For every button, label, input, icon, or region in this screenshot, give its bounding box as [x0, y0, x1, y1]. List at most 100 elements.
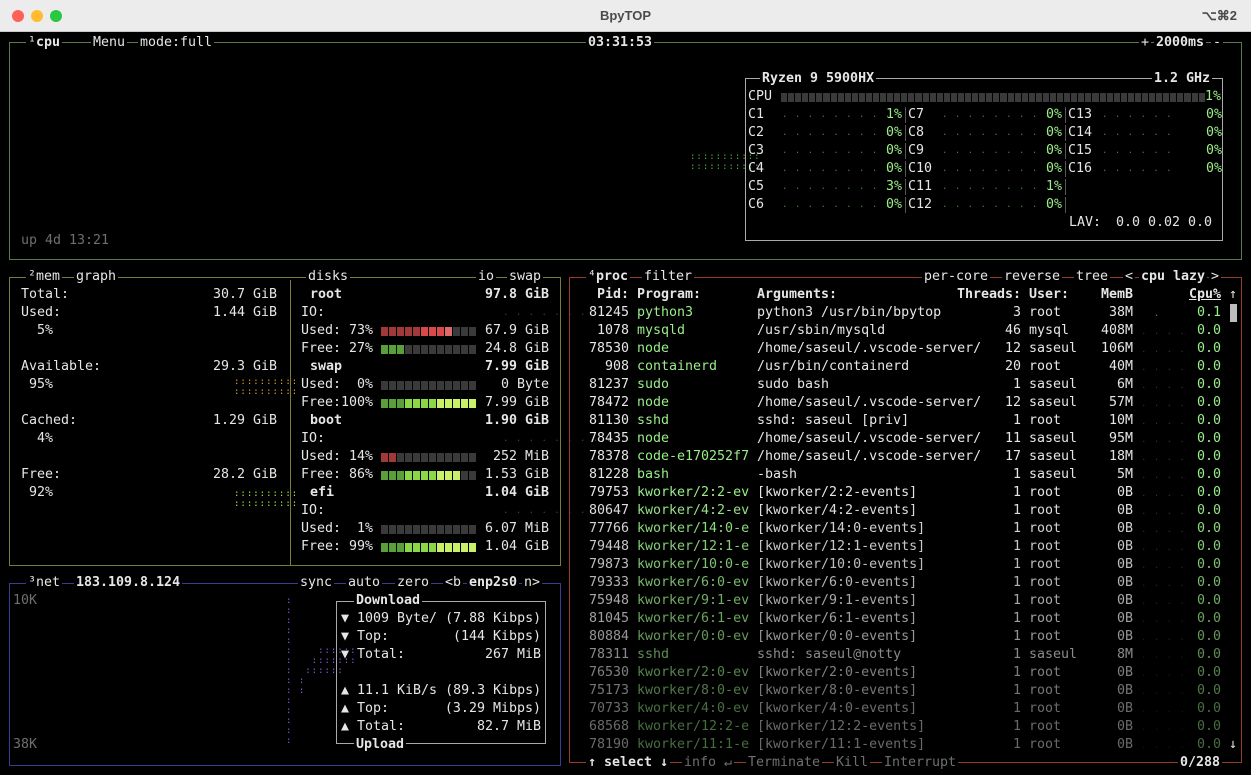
- proc-cpu-graph: . . . .: [1141, 327, 1186, 337]
- io-toggle[interactable]: io: [476, 269, 497, 285]
- header-program[interactable]: Program:: [637, 286, 701, 304]
- proc-cpu: 0.0: [1196, 503, 1221, 518]
- scroll-down-arrow[interactable]: ↓: [1229, 736, 1237, 754]
- proc-threads: 11: [1004, 431, 1021, 446]
- proc-user: saseul: [1029, 341, 1078, 356]
- disk-name: efi: [308, 484, 337, 502]
- interval-decrease-button[interactable]: -: [1211, 35, 1224, 51]
- kill-button[interactable]: Kill: [834, 755, 871, 771]
- process-count: 0/288: [1178, 755, 1223, 771]
- core-percent: 0%: [885, 197, 902, 212]
- interval-increase-button[interactable]: +: [1139, 35, 1152, 51]
- clock: 03:31:53: [586, 35, 655, 51]
- header-pid[interactable]: Pid:: [574, 286, 629, 304]
- info-button[interactable]: info ↵: [682, 755, 735, 771]
- net-interface: enp2s0: [467, 575, 520, 591]
- next-interface-button[interactable]: n>: [522, 575, 543, 591]
- disk-used-label: Used: 0%: [301, 377, 374, 392]
- disk-io-label: IO:: [301, 503, 326, 518]
- sync-toggle[interactable]: sync: [298, 575, 335, 591]
- mode-button[interactable]: mode:full: [138, 35, 215, 51]
- download-label: Download: [354, 593, 423, 609]
- proc-cpu: 0.0: [1196, 557, 1221, 572]
- net-title[interactable]: ³net: [26, 575, 63, 591]
- core-name: C13: [1068, 107, 1093, 122]
- download-top-value: (144 Kibps): [452, 629, 541, 644]
- proc-threads: 20: [1004, 359, 1021, 374]
- mem-used-value: 1.44 GiB: [212, 305, 277, 320]
- header-user[interactable]: User:: [1029, 286, 1069, 304]
- proc-cpu: 0.0: [1196, 611, 1221, 626]
- proc-program: kworker/6:1-ev: [637, 611, 750, 626]
- menu-button[interactable]: Menu: [91, 35, 128, 51]
- header-arguments[interactable]: Arguments:: [757, 286, 837, 304]
- proc-cpu-graph: . . . .: [1141, 345, 1186, 355]
- proc-pid: 79873: [588, 557, 629, 572]
- proc-user: root: [1029, 359, 1062, 374]
- proc-cpu-graph: . . . .: [1141, 687, 1186, 697]
- proc-memb: 18M: [1108, 449, 1133, 464]
- disk-io-label: IO:: [301, 431, 326, 446]
- proc-pid: 908: [604, 359, 629, 374]
- proc-memb: 38M: [1108, 305, 1133, 320]
- proc-pid: 78311: [588, 647, 629, 662]
- disk-total: 7.99 GiB: [484, 359, 549, 374]
- proc-threads: 1: [1012, 557, 1021, 572]
- proc-cpu-graph: . . . .: [1141, 615, 1186, 625]
- header-memb[interactable]: MemB: [1090, 286, 1133, 304]
- download-top-label: ▼ Top:: [341, 629, 390, 644]
- proc-cpu-graph: . . . .: [1141, 381, 1186, 391]
- swap-toggle[interactable]: swap: [507, 269, 544, 285]
- mem-cached-label: Cached:: [21, 413, 78, 428]
- reverse-toggle[interactable]: reverse: [1002, 269, 1063, 285]
- auto-toggle[interactable]: auto: [346, 575, 383, 591]
- proc-user: saseul: [1029, 449, 1078, 464]
- proc-memb: 0B: [1116, 719, 1133, 734]
- proc-cpu: 0.0: [1196, 341, 1221, 356]
- interrupt-button[interactable]: Interrupt: [882, 755, 959, 771]
- proc-memb: 8M: [1116, 647, 1133, 662]
- disk-free-value: 24.8 GiB: [484, 341, 549, 356]
- proc-user: saseul: [1029, 467, 1078, 482]
- proc-cpu-graph: . . . .: [1141, 453, 1186, 463]
- tree-toggle[interactable]: tree: [1074, 269, 1111, 285]
- proc-scrollbar[interactable]: [1230, 304, 1237, 322]
- upload-top-value: (3.29 Mibps): [444, 701, 541, 716]
- header-cpu[interactable]: Cpu%: [1180, 286, 1221, 304]
- filter-button[interactable]: filter: [642, 269, 695, 285]
- proc-user: root: [1029, 485, 1062, 500]
- disk-name: root: [308, 286, 345, 304]
- scroll-up-arrow[interactable]: ↑: [1229, 286, 1237, 304]
- proc-user: saseul: [1029, 395, 1078, 410]
- proc-user: root: [1029, 413, 1062, 428]
- proc-title[interactable]: ⁴proc: [586, 269, 631, 285]
- proc-threads: 1: [1012, 665, 1021, 680]
- cpu-title[interactable]: ¹cpu: [26, 35, 63, 51]
- proc-pid: 79333: [588, 575, 629, 590]
- sort-prev-button[interactable]: <: [1123, 269, 1136, 285]
- disk-free-label: Free: 99%: [301, 539, 374, 554]
- header-threads[interactable]: Threads:: [940, 286, 1021, 304]
- proc-threads: 1: [1012, 377, 1021, 392]
- mem-free-label: Free:: [21, 467, 62, 482]
- sort-next-button[interactable]: >: [1209, 269, 1222, 285]
- mem-title[interactable]: ²mem: [26, 269, 63, 285]
- disk-free-label: Free: 86%: [301, 467, 374, 482]
- disk-name: boot: [308, 412, 345, 430]
- disk-free-label: Free: 27%: [301, 341, 374, 356]
- zero-toggle[interactable]: zero: [395, 575, 432, 591]
- prev-interface-button[interactable]: <b: [443, 575, 464, 591]
- terminate-button[interactable]: Terminate: [746, 755, 823, 771]
- per-core-toggle[interactable]: per-core: [922, 269, 991, 285]
- proc-cpu: 0.0: [1196, 395, 1221, 410]
- proc-program: kworker/6:0-ev: [637, 575, 750, 590]
- proc-cpu-graph: . . . .: [1141, 705, 1186, 715]
- proc-pid: 78190: [588, 737, 629, 752]
- proc-user: root: [1029, 521, 1062, 536]
- graph-toggle[interactable]: graph: [74, 269, 119, 285]
- download-total-value: 267 MiB: [484, 647, 541, 662]
- proc-program: kworker/11:1-e: [637, 737, 750, 752]
- proc-threads: 1: [1012, 503, 1021, 518]
- select-control[interactable]: ↑ select ↓: [586, 755, 671, 771]
- disk-name: swap: [308, 358, 345, 376]
